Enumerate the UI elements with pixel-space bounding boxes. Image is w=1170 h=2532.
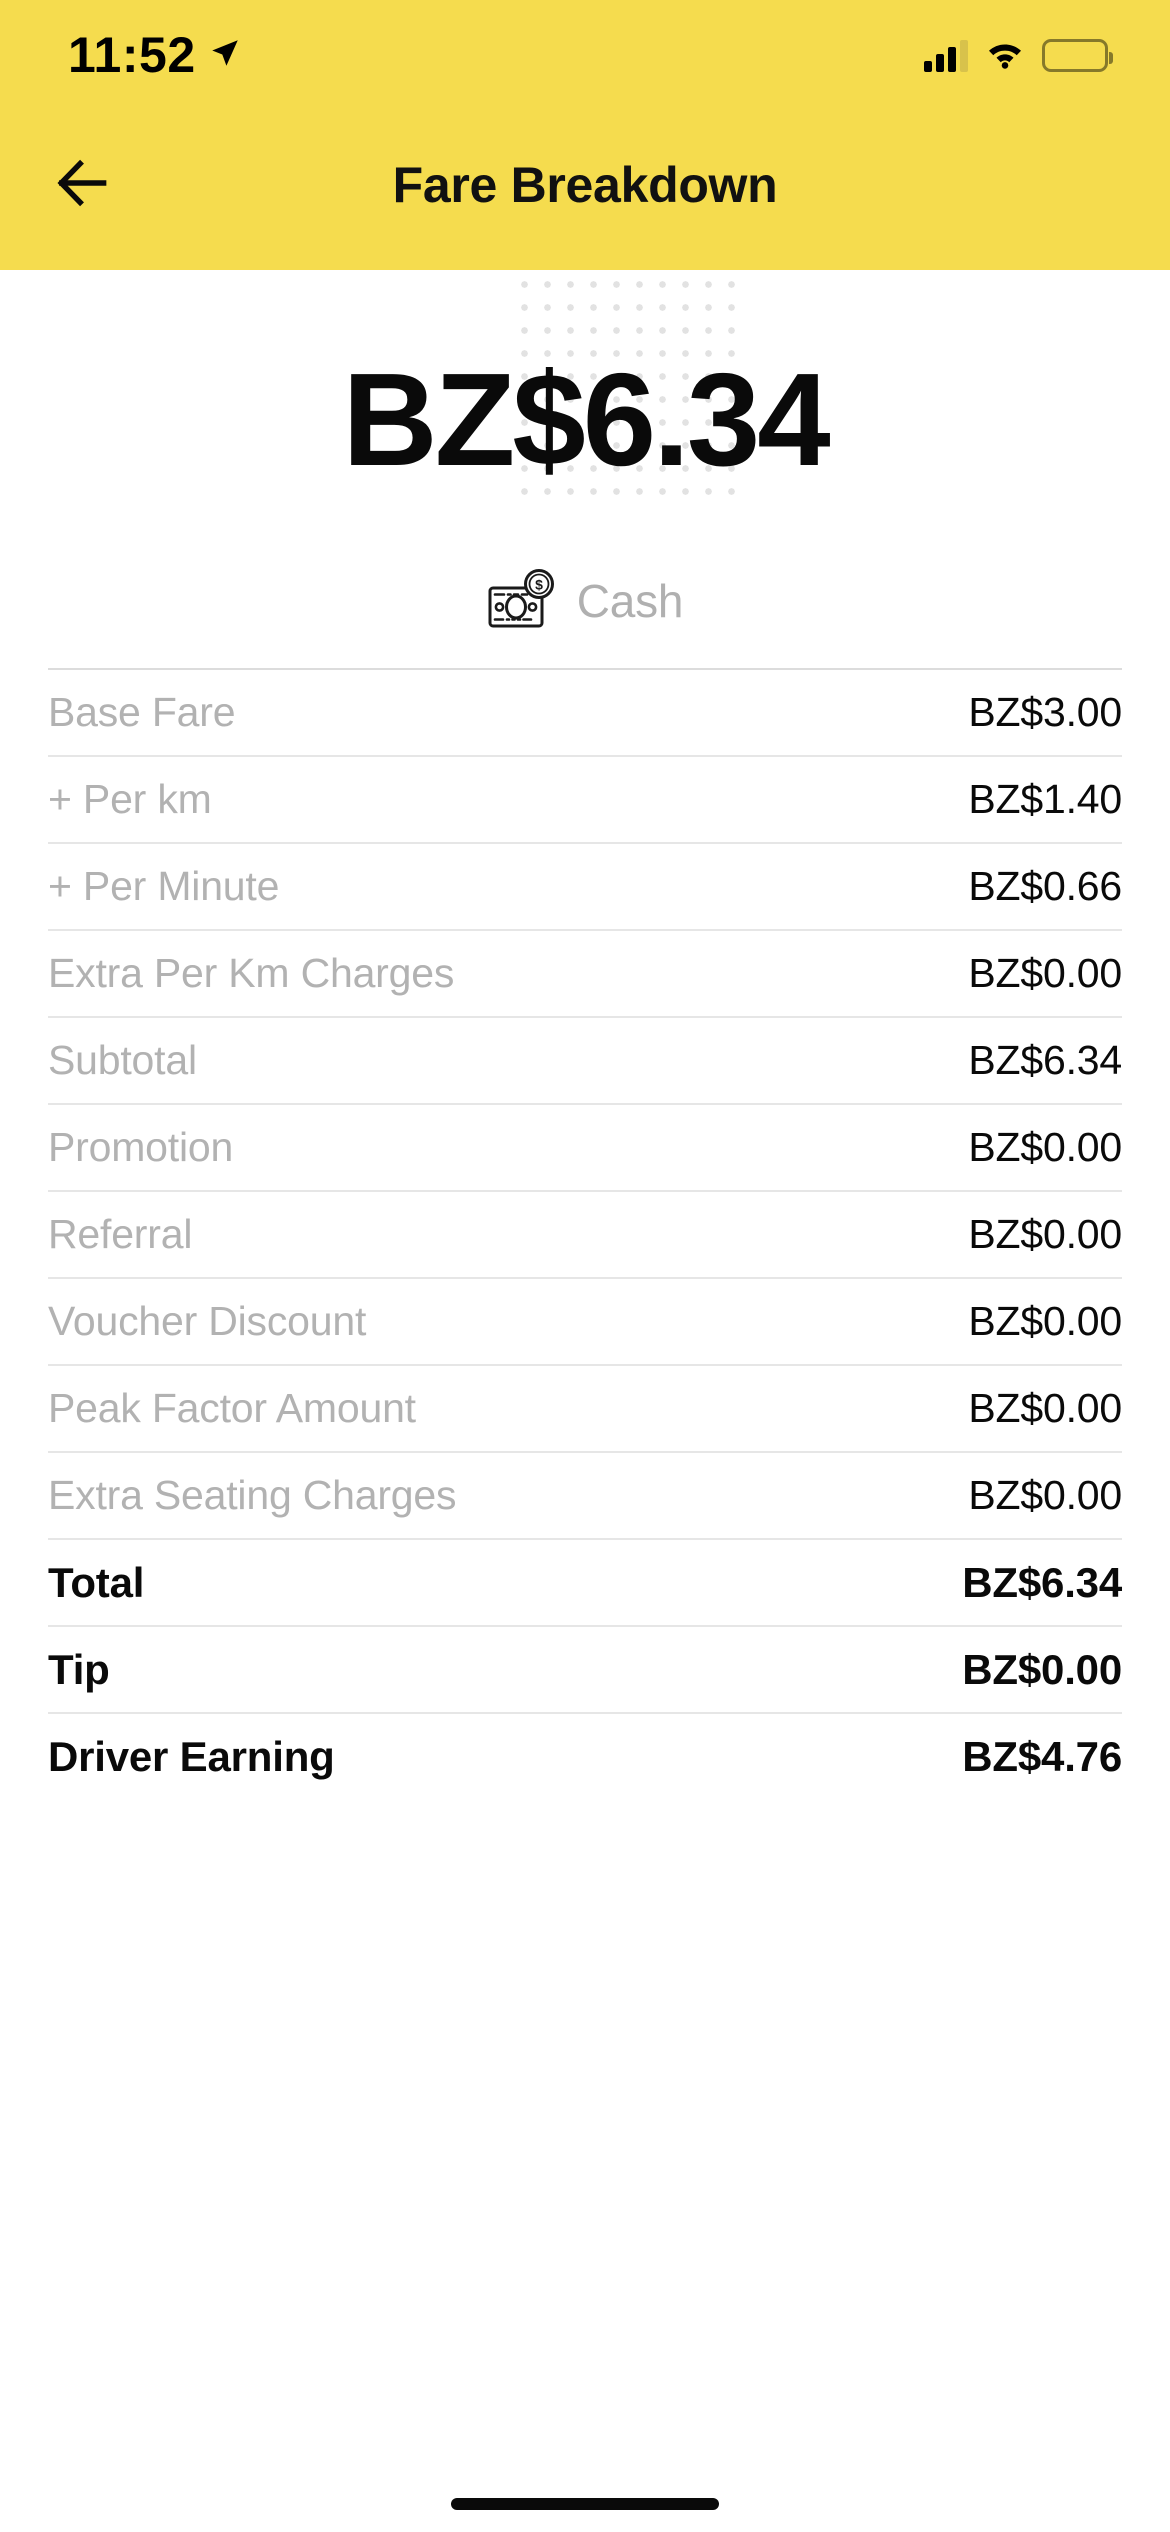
fare-row-value: BZ$0.66 — [968, 863, 1122, 909]
fare-row-value: BZ$0.00 — [968, 1124, 1122, 1170]
svg-text:$: $ — [535, 576, 543, 592]
wifi-icon — [984, 37, 1026, 74]
table-row: + Per km BZ$1.40 — [48, 757, 1122, 844]
fare-row-value: BZ$4.76 — [962, 1732, 1122, 1780]
navigation-bar: Fare Breakdown — [0, 100, 1170, 270]
fare-row-value: BZ$1.40 — [968, 776, 1122, 822]
fare-row-label: Total — [48, 1558, 145, 1606]
fare-row-value: BZ$6.34 — [962, 1558, 1122, 1606]
back-arrow-icon — [53, 152, 115, 219]
table-row: Extra Seating Charges BZ$0.00 — [48, 1453, 1122, 1540]
fare-row-value: BZ$0.00 — [968, 1298, 1122, 1344]
fare-row-label: Peak Factor Amount — [48, 1385, 416, 1431]
fare-row-value: BZ$6.34 — [968, 1037, 1122, 1083]
fare-row-value: BZ$0.00 — [968, 1211, 1122, 1257]
fare-row-label: Extra Per Km Charges — [48, 950, 455, 996]
fare-row-label: + Per Minute — [48, 863, 280, 909]
fare-row-value: BZ$0.00 — [968, 950, 1122, 996]
fare-row-value: BZ$3.00 — [968, 689, 1122, 735]
table-row: Promotion BZ$0.00 — [48, 1105, 1122, 1192]
fare-row-label: Extra Seating Charges — [48, 1472, 457, 1518]
page-title: Fare Breakdown — [392, 157, 778, 213]
fare-row-label: Voucher Discount — [48, 1298, 367, 1344]
total-amount-section: BZ$6.34 — [0, 270, 1170, 570]
fare-row-value: BZ$0.00 — [968, 1472, 1122, 1518]
fare-row-label: Referral — [48, 1211, 193, 1257]
fare-row-label: Subtotal — [48, 1037, 197, 1083]
home-indicator — [451, 2498, 719, 2510]
table-row: Peak Factor Amount BZ$0.00 — [48, 1366, 1122, 1453]
status-bar-time: 11:52 — [68, 27, 196, 83]
cellular-signal-icon — [924, 38, 968, 72]
payment-method-label: Cash — [576, 575, 684, 627]
battery-icon — [1042, 38, 1113, 72]
table-row: Voucher Discount BZ$0.00 — [48, 1279, 1122, 1366]
app-header: 11:52 Fare Breakdown — [0, 0, 1170, 270]
fare-row-label: Tip — [48, 1645, 110, 1693]
fare-row-label: Driver Earning — [48, 1732, 335, 1780]
cash-banknote-coin-icon: $ — [487, 568, 559, 635]
fare-row-label: Base Fare — [48, 689, 236, 735]
table-row-total: Total BZ$6.34 — [48, 1540, 1122, 1627]
table-row-tip: Tip BZ$0.00 — [48, 1627, 1122, 1714]
status-bar-left: 11:52 — [68, 30, 242, 80]
fare-row-label: Promotion — [48, 1124, 234, 1170]
back-button[interactable] — [36, 137, 132, 233]
total-amount-value: BZ$6.34 — [342, 346, 830, 493]
table-row: Referral BZ$0.00 — [48, 1192, 1122, 1279]
fare-row-label: + Per km — [48, 776, 212, 822]
fare-row-value: BZ$0.00 — [962, 1645, 1122, 1693]
table-row: Extra Per Km Charges BZ$0.00 — [48, 931, 1122, 1018]
table-row: + Per Minute BZ$0.66 — [48, 844, 1122, 931]
status-bar-right — [924, 37, 1113, 74]
table-row: Subtotal BZ$6.34 — [48, 1018, 1122, 1105]
table-row-driver-earning: Driver Earning BZ$4.76 — [48, 1714, 1122, 1799]
table-row: Base Fare BZ$3.00 — [48, 670, 1122, 757]
fare-row-value: BZ$0.00 — [968, 1385, 1122, 1431]
location-arrow-icon — [208, 36, 242, 75]
status-bar: 11:52 — [0, 0, 1170, 100]
fare-breakdown-table: Base Fare BZ$3.00 + Per km BZ$1.40 + Per… — [48, 668, 1122, 1799]
